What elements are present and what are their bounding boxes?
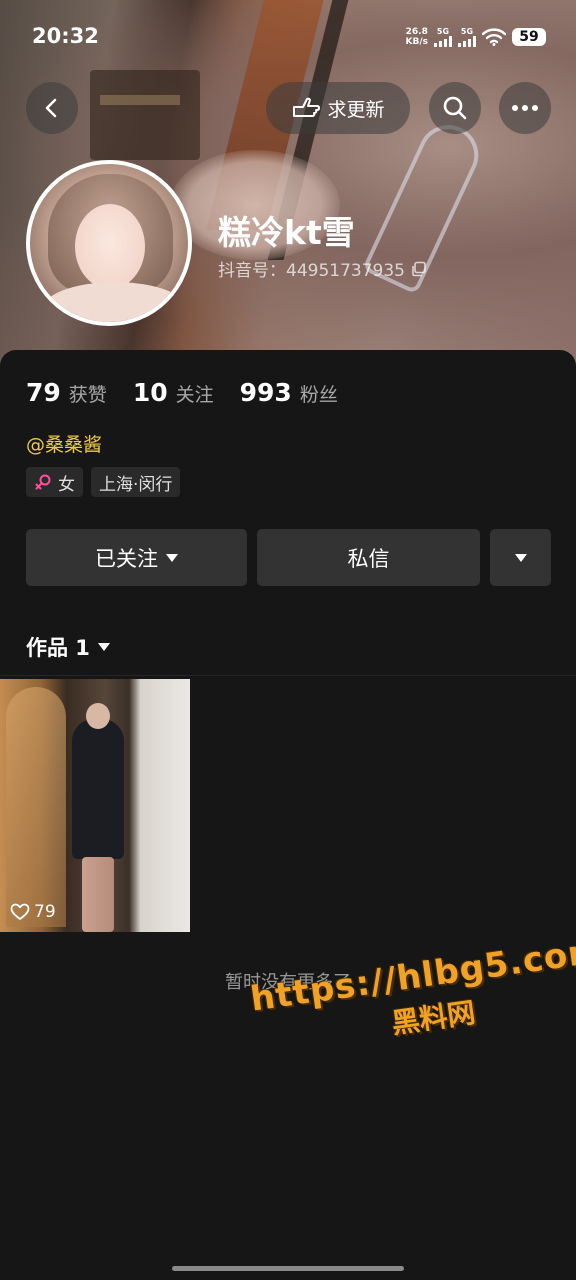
tab-works[interactable]: 作品 1 <box>26 632 110 662</box>
status-time: 20:32 <box>32 24 99 48</box>
stat-followers[interactable]: 993 粉丝 <box>240 378 338 407</box>
stats-row: 79 获赞 10 关注 993 粉丝 <box>26 378 338 407</box>
followed-button[interactable]: 已关注 <box>26 529 247 586</box>
signal-bars-icon <box>434 36 452 47</box>
followed-label: 已关注 <box>95 546 158 571</box>
message-button[interactable]: 私信 <box>257 529 480 586</box>
message-label: 私信 <box>347 546 390 571</box>
douyin-id-text: 抖音号：44951737935 <box>218 261 405 281</box>
more-actions-dropdown[interactable] <box>490 529 551 586</box>
pointing-hand-icon <box>293 97 321 117</box>
battery-indicator: 59 <box>512 28 546 46</box>
net-speed: 26.8 KB/s <box>405 27 428 47</box>
douyin-id[interactable]: 抖音号：44951737935 <box>218 256 427 281</box>
stat-likes[interactable]: 79 获赞 <box>26 378 107 407</box>
more-dots-icon <box>512 105 538 111</box>
status-bar: 20:32 26.8 KB/s 5G 5G 59 <box>0 0 576 72</box>
wifi-icon <box>482 28 506 46</box>
banner-shelf <box>90 70 200 160</box>
tab-divider <box>0 675 576 676</box>
chevron-left-icon <box>45 98 57 118</box>
copy-icon[interactable] <box>411 261 427 277</box>
signal-5g-1: 5G <box>434 27 452 47</box>
works-tab-label: 作品 1 <box>26 636 90 660</box>
search-button[interactable] <box>429 82 481 134</box>
female-icon <box>35 474 51 490</box>
signal-bars-icon <box>458 36 476 47</box>
more-button[interactable] <box>499 82 551 134</box>
caret-down-icon <box>514 553 527 562</box>
video-like-count: 79 <box>10 902 56 922</box>
back-button[interactable] <box>26 82 78 134</box>
video-thumbnail[interactable] <box>0 679 190 932</box>
tag-location: 上海·闵行 <box>91 467 181 497</box>
status-icons: 26.8 KB/s 5G 5G 59 <box>406 24 546 50</box>
avatar[interactable] <box>26 160 192 326</box>
heart-icon <box>10 903 30 920</box>
mention-link[interactable]: @桑桑酱 <box>26 430 102 457</box>
tag-gender: 女 <box>26 467 83 497</box>
home-indicator[interactable] <box>172 1266 404 1271</box>
caret-down-icon <box>166 553 178 562</box>
profile-tags: 女 上海·闵行 <box>26 467 181 497</box>
request-update-button[interactable]: 求更新 <box>266 82 410 134</box>
search-icon <box>443 96 467 120</box>
profile-name: 糕冷kt雪 <box>218 213 355 252</box>
request-update-label: 求更新 <box>327 98 385 121</box>
caret-down-icon <box>97 643 110 651</box>
banner-shelf-light <box>100 95 180 105</box>
stat-following[interactable]: 10 关注 <box>133 378 214 407</box>
signal-5g-2: 5G <box>458 27 476 47</box>
